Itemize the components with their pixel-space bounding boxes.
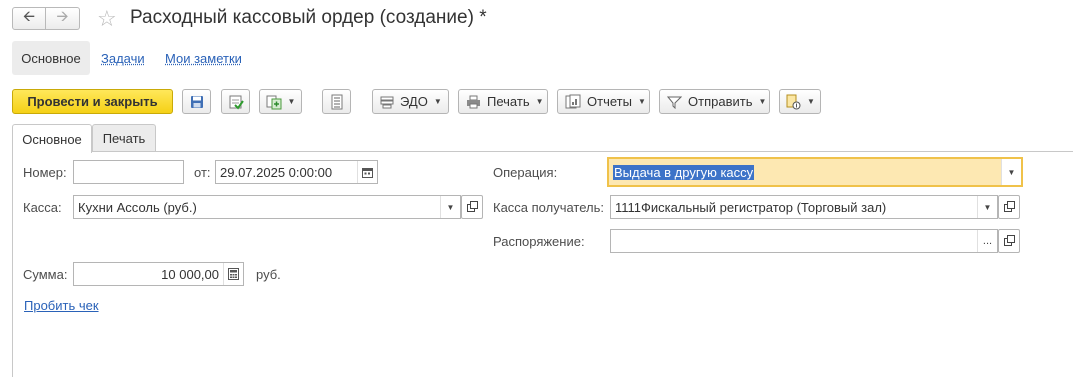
currency-label: руб. — [256, 267, 281, 282]
section-notes[interactable]: Мои заметки — [165, 41, 242, 75]
star-icon[interactable]: ☆ — [97, 6, 117, 32]
chevron-down-icon[interactable]: ▼ — [440, 196, 460, 218]
print-button[interactable]: Печать ▼ — [458, 89, 548, 114]
chevron-down-icon: ▼ — [758, 97, 767, 106]
chevron-down-icon: ▼ — [807, 97, 815, 106]
post-button[interactable] — [221, 89, 250, 114]
page-title: Расходный кассовый ордер (создание) * — [130, 7, 487, 28]
structure-button[interactable] — [322, 89, 351, 114]
recipient-value: 1111Фискальный регистратор (Торговый зал… — [615, 199, 887, 215]
post-document-icon — [228, 94, 244, 110]
chevron-down-icon[interactable]: ▼ — [1001, 159, 1021, 185]
printer-icon — [466, 94, 481, 110]
calculator-icon[interactable] — [223, 263, 243, 285]
open-link-icon — [1003, 200, 1015, 215]
cashbox-select[interactable]: Кухни Ассоль (руб.) ▼ — [73, 195, 461, 219]
open-cashbox-button[interactable] — [461, 195, 483, 219]
attachments-icon — [785, 94, 801, 110]
send-button[interactable]: Отправить ▼ — [659, 89, 770, 114]
send-label: Отправить — [688, 94, 753, 109]
recipient-select[interactable]: 1111Фискальный регистратор (Торговый зал… — [610, 195, 998, 219]
date-value: 29.07.2025 0:00:00 — [220, 164, 333, 180]
recipient-label: Касса получатель: — [493, 200, 605, 215]
post-and-close-button[interactable]: Провести и закрыть — [12, 89, 173, 114]
form-border — [12, 151, 13, 377]
print-label: Печать — [487, 94, 530, 109]
open-recipient-button[interactable] — [998, 195, 1020, 219]
save-button[interactable] — [182, 89, 211, 114]
sum-label: Сумма: — [23, 267, 68, 282]
create-based-on-button[interactable]: ▼ — [259, 89, 302, 114]
chevron-down-icon: ▼ — [287, 97, 296, 106]
cashbox-value: Кухни Ассоль (руб.) — [78, 199, 197, 215]
edo-label: ЭДО — [400, 94, 428, 109]
back-button[interactable]: 🡨 — [12, 7, 46, 30]
floppy-disk-icon — [189, 94, 205, 110]
create-based-on-icon — [266, 94, 282, 110]
reports-icon — [565, 94, 581, 110]
send-icon — [667, 94, 682, 110]
tab-divider — [12, 151, 1073, 152]
arrow-left-icon: 🡨 — [22, 8, 36, 25]
cashbox-label: Касса: — [23, 200, 62, 215]
reports-button[interactable]: Отчеты ▼ — [557, 89, 650, 114]
sum-field[interactable]: 10 000,00 — [73, 262, 244, 286]
number-field[interactable] — [73, 160, 184, 184]
operation-select[interactable]: Выдача в другую кассу ▼ — [607, 157, 1023, 187]
calendar-icon[interactable] — [357, 161, 377, 183]
order-field[interactable]: ... — [610, 229, 998, 253]
date-label: от: — [194, 165, 211, 180]
print-receipt-link[interactable]: Пробить чек — [24, 298, 99, 313]
reports-label: Отчеты — [587, 94, 632, 109]
tab-print[interactable]: Печать — [92, 124, 156, 152]
section-main[interactable]: Основное — [12, 41, 90, 75]
sum-value: 10 000,00 — [161, 266, 219, 282]
chevron-down-icon: ▼ — [535, 97, 544, 106]
order-label: Распоряжение: — [493, 234, 585, 249]
number-label: Номер: — [23, 165, 67, 180]
open-order-button[interactable] — [998, 229, 1020, 253]
arrow-right-icon: 🡪 — [56, 8, 69, 25]
operation-value: Выдача в другую кассу — [613, 164, 755, 180]
attachments-button[interactable]: ▼ — [779, 89, 821, 114]
chevron-down-icon: ▼ — [433, 97, 442, 106]
chevron-down-icon: ▼ — [637, 97, 646, 106]
section-tasks[interactable]: Задачи — [101, 41, 145, 75]
forward-button[interactable]: 🡪 — [46, 7, 80, 30]
edo-button[interactable]: ЭДО ▼ — [372, 89, 449, 114]
open-link-icon — [466, 200, 478, 215]
chevron-down-icon[interactable]: ▼ — [977, 196, 997, 218]
document-structure-icon — [329, 94, 345, 110]
edo-icon — [380, 94, 394, 110]
tab-main[interactable]: Основное — [12, 124, 92, 153]
open-link-icon — [1003, 234, 1015, 249]
date-field[interactable]: 29.07.2025 0:00:00 — [215, 160, 378, 184]
operation-label: Операция: — [493, 165, 558, 180]
select-button[interactable]: ... — [977, 230, 997, 252]
post-and-close-label: Провести и закрыть — [27, 94, 158, 109]
